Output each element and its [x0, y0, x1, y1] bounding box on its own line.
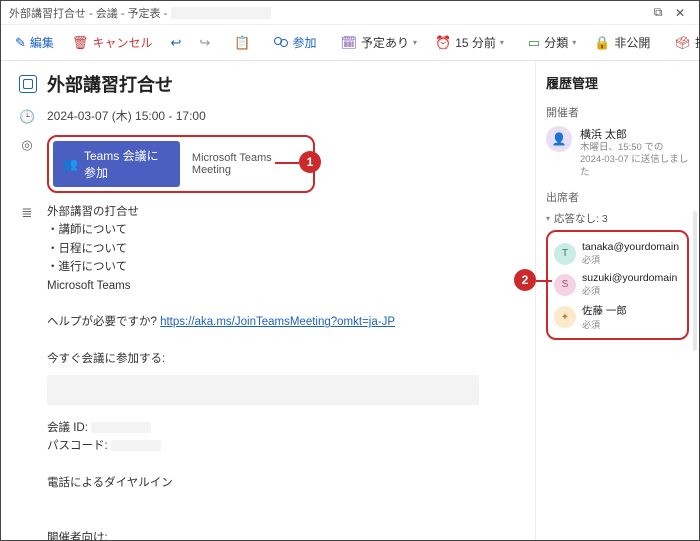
attendee-row[interactable]: ✦ 佐藤 一郎必須 — [552, 300, 683, 334]
side-heading: 履歴管理 — [546, 73, 689, 92]
event-datetime: 2024-03-07 (木) 15:00 - 17:00 — [47, 107, 206, 124]
privacy-button[interactable]: 🔒非公開 — [586, 30, 658, 55]
attendee-name: tanaka@yourdomain — [582, 241, 679, 253]
dialin-heading: 電話によるダイヤルイン — [47, 474, 507, 492]
undo-button[interactable]: ↩ — [162, 31, 189, 55]
meeting-icon — [19, 75, 37, 93]
body-line: ・講師について — [47, 221, 507, 239]
attendee-row[interactable]: Ssuzuki@yourdomain必須 — [552, 269, 683, 300]
popout-icon[interactable]: ⧉ — [647, 5, 669, 20]
redacted-meeting-id — [91, 422, 151, 433]
callout-1: 1 — [299, 151, 321, 173]
avatar: T — [554, 243, 576, 265]
close-icon[interactable]: ✕ — [669, 6, 691, 20]
join-button[interactable]: 参加 — [266, 30, 324, 55]
avatar: S — [554, 274, 576, 296]
teams-meeting-label: Microsoft Teams Meeting — [192, 152, 301, 176]
chevron-down-icon: ▾ — [546, 214, 550, 223]
attendee-sub: 必須 — [582, 253, 679, 266]
callout-2: 2 — [514, 269, 536, 291]
body-line: Microsoft Teams — [47, 277, 507, 295]
toolbar: ✎編集 🗑キャンセル ↩ ↪ 📋 参加 🗓予定あり▾ ⏰15 分前▾ ▭分類▾ … — [1, 25, 699, 61]
redacted-join-url — [47, 375, 479, 405]
notes-icon: ≣ — [19, 203, 35, 540]
attendee-sub: 必須 — [582, 318, 627, 331]
chevron-down-icon: ▾ — [413, 38, 417, 47]
organizer-heading: 開催者向け: — [47, 529, 507, 540]
side-scrollbar[interactable] — [693, 211, 697, 351]
redacted-passcode — [111, 440, 161, 451]
attendee-row[interactable]: Ttanaka@yourdomain必須 — [552, 238, 683, 269]
join-label: 参加 — [292, 34, 316, 51]
window-title: 外部講習打合せ - 会議 - 予定表 - — [9, 5, 167, 21]
people-icon — [274, 37, 288, 49]
category-label: 分類 — [544, 34, 568, 51]
category-button[interactable]: ▭分類▾ — [520, 30, 584, 55]
teams-join-box: 👥 Teams 会議に参加 Microsoft Teams Meeting — [47, 135, 315, 193]
body-line: ・日程について — [47, 240, 507, 258]
event-title: 外部講習打合せ — [47, 71, 173, 97]
location-icon: ◎ — [19, 135, 35, 153]
attendee-name: 佐藤 一郎 — [582, 303, 627, 318]
edit-label: 編集 — [30, 34, 54, 51]
organizer-row[interactable]: 👤 横浜 太郎 木曜日、15:50 での 2024-03-07 に送信しました — [546, 126, 689, 179]
teams-icon: 👥 — [63, 157, 78, 171]
poll-button[interactable]: 🗳投票のスケジューリング — [666, 30, 700, 55]
passcode-label: パスコード: — [47, 440, 108, 452]
body-line: 外部講習の打合せ — [47, 203, 507, 221]
main-pane: 外部講習打合せ 🕒 2024-03-07 (木) 15:00 - 17:00 ◎… — [1, 61, 535, 540]
attendee-name: suzuki@yourdomain — [582, 272, 677, 284]
clock-icon: 🕒 — [19, 107, 35, 125]
status-button[interactable]: 🗓予定あり▾ — [332, 30, 425, 55]
help-prefix: ヘルプが必要ですか? — [47, 316, 160, 328]
attendees-label: 出席者 — [546, 189, 689, 205]
cancel-label: キャンセル — [92, 34, 152, 51]
redo-button[interactable]: ↪ — [191, 31, 218, 55]
avatar: 👤 — [546, 126, 572, 152]
side-pane: 履歴管理 開催者 👤 横浜 太郎 木曜日、15:50 での 2024-03-07… — [535, 61, 699, 540]
meeting-id-label: 会議 ID: — [47, 422, 88, 434]
chevron-down-icon: ▾ — [500, 38, 504, 47]
avatar: ✦ — [554, 306, 576, 328]
clipboard-button[interactable]: 📋 — [226, 31, 258, 55]
response-row[interactable]: ▾ 応答なし: 3 — [546, 211, 689, 226]
join-now-label: 今すぐ会議に参加する: — [47, 350, 507, 368]
window-title-redacted — [171, 7, 271, 19]
organizer-name: 横浜 太郎 — [580, 126, 689, 142]
poll-label: 投票のスケジューリング — [695, 34, 700, 51]
chevron-down-icon: ▾ — [572, 38, 576, 47]
privacy-label: 非公開 — [614, 34, 650, 51]
organizer-sub: 木曜日、15:50 での 2024-03-07 に送信しました — [580, 142, 689, 179]
help-link[interactable]: https://aka.ms/JoinTeamsMeeting?omkt=ja-… — [160, 316, 395, 328]
body-line: ・進行について — [47, 258, 507, 276]
reminder-button[interactable]: ⏰15 分前▾ — [427, 30, 512, 55]
response-label: 応答なし: 3 — [554, 211, 608, 226]
organizer-label: 開催者 — [546, 104, 689, 120]
attendee-sub: 必須 — [582, 284, 677, 297]
cancel-button[interactable]: 🗑キャンセル — [64, 30, 161, 55]
teams-join-button[interactable]: 👥 Teams 会議に参加 — [53, 141, 180, 187]
attendee-box: Ttanaka@yourdomain必須Ssuzuki@yourdomain必須… — [546, 230, 689, 340]
edit-button[interactable]: ✎編集 — [7, 30, 62, 55]
status-label: 予定あり — [361, 34, 409, 51]
event-body: 外部講習の打合せ ・講師について ・日程について ・進行について Microso… — [47, 203, 517, 540]
teams-join-text: Teams 会議に参加 — [84, 147, 170, 181]
reminder-label: 15 分前 — [455, 34, 496, 51]
